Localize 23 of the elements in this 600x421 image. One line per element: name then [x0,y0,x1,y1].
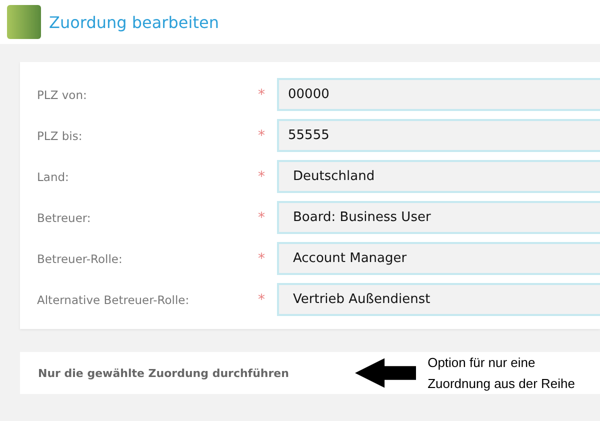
required-mark: * [258,250,265,266]
required-mark: * [258,210,265,226]
select-field[interactable]: Deutschland [277,160,600,193]
required-mark: * [258,128,265,144]
select-field[interactable]: Board: Business User [277,201,600,234]
page-title: Zuordung bearbeiten [49,12,219,32]
option-link[interactable]: Nur die gewählte Zuordung durchführen [38,366,338,380]
field-label: Alternative Betreuer-Rolle: [37,292,190,306]
select-field[interactable]: Account Manager [277,242,600,275]
select-field[interactable]: Vertrieb Außendienst [277,283,600,316]
input-field[interactable]: 00000 [277,78,600,111]
field-label: PLZ von: [37,88,88,102]
arrow-icon [354,358,416,388]
field-label: PLZ bis: [37,128,84,142]
input-field[interactable]: 55555 [277,119,600,152]
field-label: Land: [37,170,70,184]
required-mark: * [258,86,265,102]
logo-icon [7,5,41,39]
required-mark: * [258,168,265,184]
field-label: Betreuer: [37,210,92,224]
field-label: Betreuer-Rolle: [37,252,124,266]
annotation-text: Option für nur eine Zuordnung aus der Reihe [428,354,576,393]
required-mark: * [258,292,265,308]
